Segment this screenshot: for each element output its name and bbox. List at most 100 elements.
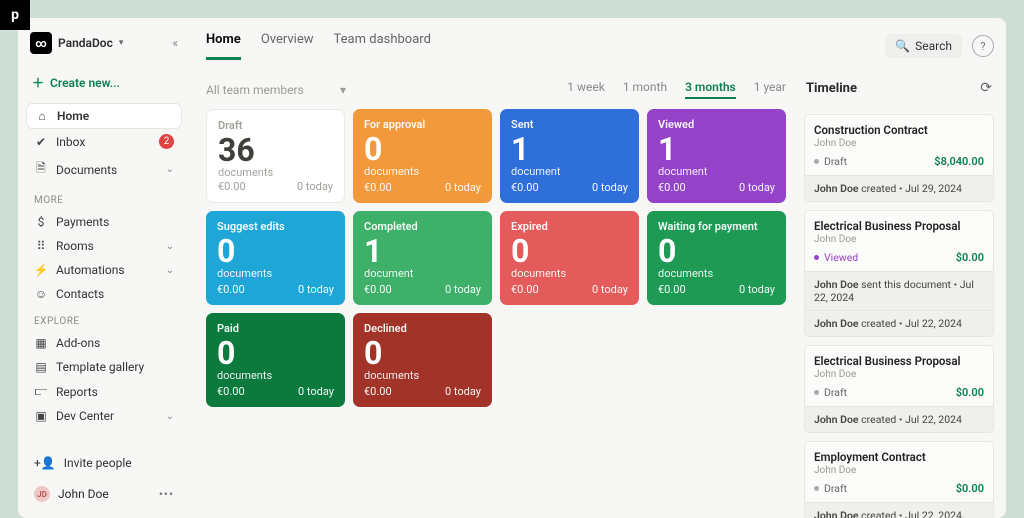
card-today: 0 today [298, 283, 334, 296]
grid-icon: ▦ [34, 336, 48, 350]
timeline-card[interactable]: Employment ContractJohn DoeDraft$0.00Joh… [804, 441, 994, 518]
card-today: 0 today [739, 181, 775, 194]
plus-icon: ＋ [32, 74, 44, 91]
range-3months[interactable]: 3 months [685, 80, 736, 99]
timeline-status: Draft [814, 155, 847, 168]
tab-home[interactable]: Home [206, 32, 241, 60]
card-amount: €0.00 [658, 181, 686, 194]
card-count: 1 [658, 133, 775, 165]
nav-rooms[interactable]: ⠿ Rooms ⌄ [26, 234, 182, 258]
card-title: Declined [364, 322, 481, 335]
main-tabs: Home Overview Team dashboard [206, 32, 431, 60]
help-button[interactable]: ? [972, 35, 994, 57]
tab-team-dashboard[interactable]: Team dashboard [334, 32, 431, 60]
status-card-paid[interactable]: Paid0documents€0.000 today [206, 313, 345, 407]
chevron-down-icon: ▾ [340, 83, 346, 97]
avatar: JD [34, 486, 50, 502]
card-amount: €0.00 [217, 283, 245, 296]
timeline-amount: $8,040.00 [934, 155, 984, 168]
timeline-status: Viewed [814, 251, 858, 264]
status-card-completed[interactable]: Completed1document€0.000 today [353, 211, 492, 305]
primary-nav: ⌂ Home ✔ Inbox 2 🗎 Documents ⌄ MORE $ Pa… [26, 103, 182, 428]
card-today: 0 today [445, 385, 481, 398]
nav-label: Payments [56, 215, 109, 229]
card-count: 1 [511, 133, 628, 165]
nav-payments[interactable]: $ Payments [26, 210, 182, 234]
timeline-card[interactable]: Construction ContractJohn DoeDraft$8,040… [804, 114, 994, 202]
sidebar-footer: +👤 Invite people JD John Doe ••• [26, 450, 182, 508]
check-circle-icon: ✔ [34, 135, 48, 149]
nav-reports[interactable]: ⫍ Reports [26, 379, 182, 404]
card-today: 0 today [592, 181, 628, 194]
nav-home[interactable]: ⌂ Home [26, 103, 182, 129]
person-icon: ☺ [34, 287, 48, 301]
invite-icon: +👤 [34, 456, 56, 470]
search-icon: 🔍 [895, 39, 910, 53]
nav-section-explore: EXPLORE [26, 306, 182, 331]
chevron-down-icon: ⌄ [166, 164, 174, 175]
status-card-viewed[interactable]: Viewed1document€0.000 today [647, 109, 786, 203]
nav-contacts[interactable]: ☺ Contacts [26, 282, 182, 306]
card-doc-label: documents [217, 267, 334, 280]
refresh-icon[interactable]: ⟳ [980, 80, 992, 96]
card-doc-label: document [511, 165, 628, 178]
tab-overview[interactable]: Overview [261, 32, 314, 60]
team-member-dropdown[interactable]: All team members ▾ [206, 83, 346, 97]
timeline-event: John Doe created • Jul 29, 2024 [805, 175, 993, 201]
card-doc-label: documents [364, 369, 481, 382]
nav-documents[interactable]: 🗎 Documents ⌄ [26, 154, 182, 185]
nav-addons[interactable]: ▦ Add-ons [26, 331, 182, 355]
nav-label: Reports [56, 385, 98, 399]
timeline-card-title: Electrical Business Proposal [814, 354, 984, 368]
card-title: Paid [217, 322, 334, 335]
timeline-card-title: Employment Contract [814, 450, 984, 464]
collapse-sidebar-button[interactable]: « [172, 36, 178, 50]
timeline-amount: $0.00 [956, 251, 984, 264]
timeline-card[interactable]: Electrical Business ProposalJohn DoeView… [804, 210, 994, 337]
nav-automations[interactable]: ⚡ Automations ⌄ [26, 258, 182, 282]
nav-label: Inbox [56, 135, 85, 149]
status-card-waiting-for-payment[interactable]: Waiting for payment0documents€0.000 toda… [647, 211, 786, 305]
nav-label: Add-ons [56, 336, 100, 350]
card-amount: €0.00 [511, 283, 539, 296]
status-card-suggest-edits[interactable]: Suggest edits0documents€0.000 today [206, 211, 345, 305]
timeline-card-user: John Doe [814, 465, 984, 476]
range-1month[interactable]: 1 month [623, 80, 667, 99]
invite-people-button[interactable]: +👤 Invite people [26, 450, 182, 476]
status-card-expired[interactable]: Expired0documents€0.000 today [500, 211, 639, 305]
status-card-draft[interactable]: Draft36documents€0.000 today [206, 109, 345, 203]
timeline-card[interactable]: Electrical Business ProposalJohn DoeDraf… [804, 345, 994, 433]
card-amount: €0.00 [217, 385, 245, 398]
bolt-icon: ⚡ [34, 263, 48, 277]
account-menu[interactable]: JD John Doe ••• [26, 480, 182, 508]
account-name: John Doe [58, 487, 109, 501]
card-today: 0 today [592, 283, 628, 296]
status-card-for-approval[interactable]: For approval0documents€0.000 today [353, 109, 492, 203]
nav-label: Documents [56, 163, 117, 177]
card-amount: €0.00 [511, 181, 539, 194]
card-title: Expired [511, 220, 628, 233]
chart-icon: ⫍ [34, 384, 48, 399]
chevron-down-icon: ⌄ [166, 241, 174, 252]
create-new-label: Create new... [50, 76, 120, 90]
create-new-button[interactable]: ＋ Create new... [26, 66, 182, 103]
card-today: 0 today [297, 180, 333, 193]
status-card-sent[interactable]: Sent1document€0.000 today [500, 109, 639, 203]
range-1week[interactable]: 1 week [567, 80, 605, 99]
nav-template-gallery[interactable]: ▤ Template gallery [26, 355, 182, 379]
card-doc-label: document [658, 165, 775, 178]
nav-inbox[interactable]: ✔ Inbox 2 [26, 129, 182, 154]
brand-name: PandaDoc [58, 36, 113, 50]
search-button[interactable]: 🔍 Search [885, 34, 962, 58]
range-1year[interactable]: 1 year [754, 80, 786, 99]
nav-dev-center[interactable]: ▣ Dev Center ⌄ [26, 404, 182, 428]
card-title: Completed [364, 220, 481, 233]
status-card-declined[interactable]: Declined0documents€0.000 today [353, 313, 492, 407]
workspace-switcher[interactable]: ∞ PandaDoc ▾ « [26, 28, 182, 66]
card-count: 0 [217, 337, 334, 369]
more-icon[interactable]: ••• [159, 487, 174, 501]
nav-section-more: MORE [26, 185, 182, 210]
card-amount: €0.00 [364, 181, 392, 194]
chevron-down-icon: ▾ [119, 38, 124, 48]
card-count: 0 [364, 133, 481, 165]
